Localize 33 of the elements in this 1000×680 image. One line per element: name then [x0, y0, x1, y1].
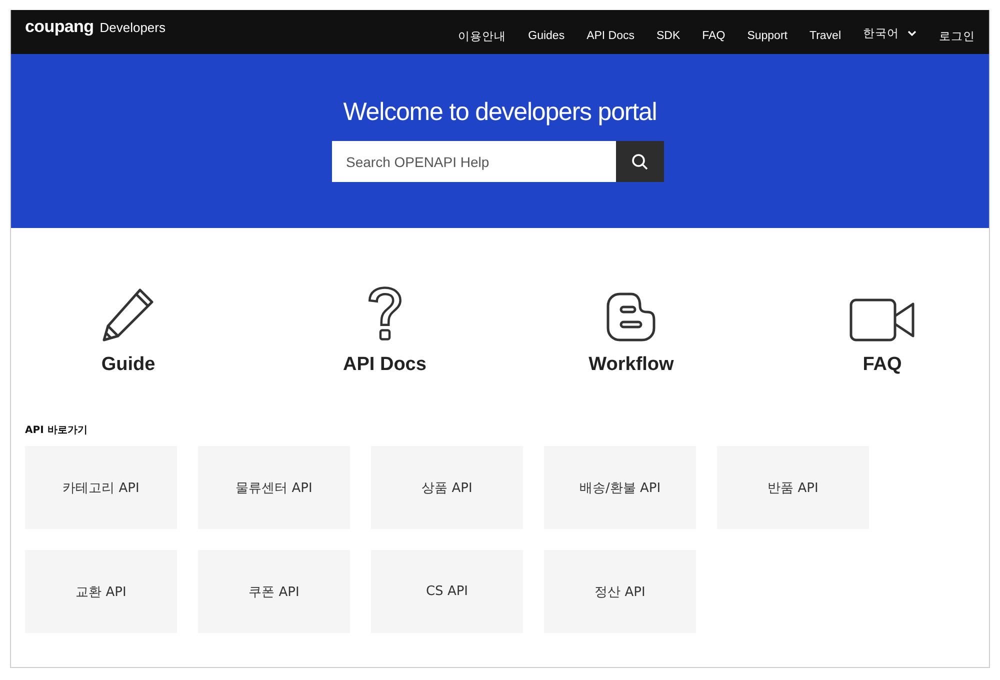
feature-link[interactable]: Workflow: [588, 354, 674, 376]
hero-title: Welcome to developers portal: [343, 98, 657, 127]
api-shortcut-tile[interactable]: 반품 API: [717, 446, 869, 529]
nav-link[interactable]: Travel: [809, 30, 841, 42]
api-shortcut-tile[interactable]: CS API: [371, 550, 523, 633]
api-shortcut-tile[interactable]: 교환 API: [25, 550, 177, 633]
api-shortcut-tile[interactable]: 정산 API: [544, 550, 696, 633]
api-shortcut-tile[interactable]: 배송/환불 API: [544, 446, 696, 529]
api-shortcut-tile[interactable]: 쿠폰 API: [198, 550, 350, 633]
search-button[interactable]: [616, 141, 664, 182]
api-shortcut-tile[interactable]: 카테고리 API: [25, 446, 177, 529]
nav-link[interactable]: API Docs: [586, 30, 635, 42]
api-shortcut-tile[interactable]: 물류센터 API: [198, 446, 350, 529]
search-icon: [631, 152, 649, 170]
language-dropdown[interactable]: 한국어: [863, 26, 917, 40]
nav-link[interactable]: FAQ: [702, 30, 726, 42]
feature-link[interactable]: API Docs: [343, 354, 426, 376]
video-camera-icon[interactable]: [849, 298, 916, 342]
logo-suffix: Developers: [100, 20, 166, 35]
nav-link[interactable]: 이용안내: [458, 28, 506, 44]
pencil-icon[interactable]: [100, 286, 156, 342]
section-heading: API 바로가기: [25, 424, 88, 437]
nav-link[interactable]: SDK: [656, 30, 680, 42]
api-shortcut-tile[interactable]: 상품 API: [371, 446, 523, 529]
login-link[interactable]: 로그인: [939, 28, 975, 44]
feature-link[interactable]: FAQ: [862, 354, 902, 376]
nav-link[interactable]: Support: [747, 30, 788, 42]
chevron-icon: [907, 30, 917, 36]
nav-link[interactable]: Guides: [528, 30, 565, 42]
feature-link[interactable]: Guide: [101, 354, 156, 376]
search-field[interactable]: Search OPENAPI Help: [332, 141, 616, 182]
coupang-logo[interactable]: coupang: [25, 17, 94, 37]
blog-icon[interactable]: [606, 292, 656, 342]
